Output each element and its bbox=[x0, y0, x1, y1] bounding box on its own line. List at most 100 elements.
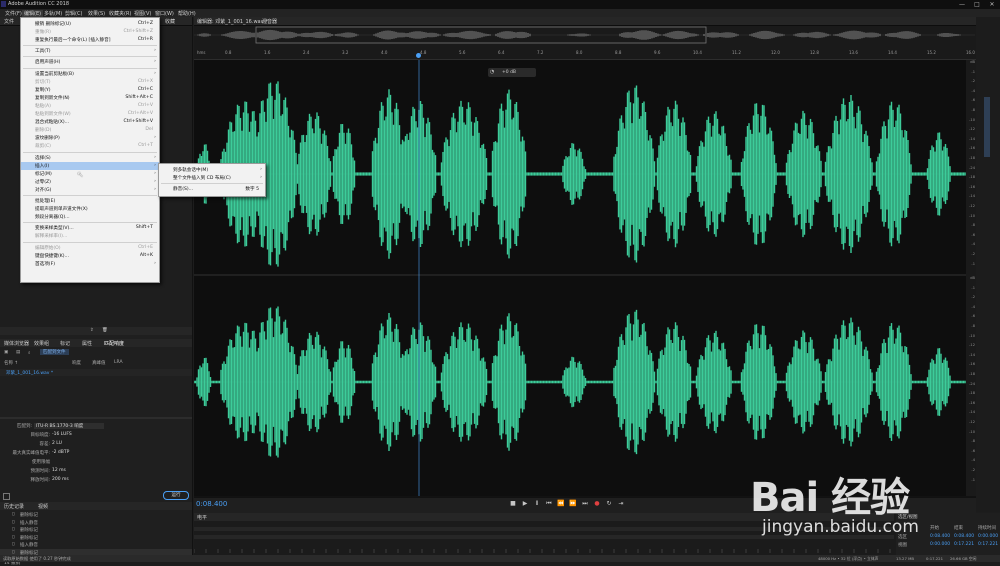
sel-dur[interactable]: 0:17.221 bbox=[978, 542, 998, 547]
zoom-handle[interactable] bbox=[984, 97, 990, 157]
rewind-button[interactable]: ⏪ bbox=[556, 500, 566, 507]
minimize-button[interactable]: — bbox=[955, 0, 969, 9]
menu-6[interactable]: 视图(V) bbox=[132, 10, 153, 17]
import-icon[interactable]: ⇪ bbox=[90, 328, 94, 333]
menu-item-26[interactable]: 提取声道到单声道文件(X) bbox=[21, 205, 159, 213]
menu-item-25[interactable]: 批处理(E) bbox=[21, 197, 159, 205]
overview-strip[interactable] bbox=[193, 26, 976, 44]
tab-lower-4[interactable]: 匹配响度 bbox=[104, 340, 124, 347]
sel-start[interactable]: 0:08.400 bbox=[930, 534, 950, 539]
maximize-button[interactable]: □ bbox=[970, 0, 984, 9]
tab-mixer[interactable]: 混音器 bbox=[262, 18, 277, 25]
forward-button[interactable]: ⏩ bbox=[568, 500, 578, 507]
menu-item-20[interactable]: 插入(I) › bbox=[21, 161, 159, 170]
settings-icon[interactable]: ▣ bbox=[4, 350, 8, 355]
column-header[interactable]: 名称 ↑ bbox=[4, 360, 18, 366]
menu-3[interactable]: 剪辑(C) bbox=[63, 10, 84, 17]
setting-value[interactable]: 2 LU bbox=[52, 441, 62, 446]
time-ruler[interactable]: hms 0.8 1.6 2.4 3.2 4.0 4.8 5.6 6.4 7.2 8.0 8.8 9.6 1… bbox=[194, 44, 976, 60]
history-item[interactable]: ▯ 删除标记 bbox=[0, 526, 192, 533]
setting-value[interactable]: ITU-R BS.1770-3 响度 bbox=[34, 423, 104, 429]
skip-button[interactable]: ⇥ bbox=[616, 500, 626, 507]
tab-favorites[interactable]: 收藏 bbox=[165, 18, 175, 25]
search-icon[interactable]: ⌕ bbox=[28, 350, 31, 356]
setting-value[interactable]: 200 ms bbox=[52, 477, 69, 482]
checkbox[interactable] bbox=[3, 493, 10, 500]
menu-7[interactable]: 窗口(W) bbox=[153, 10, 176, 17]
history-icon: ▯ bbox=[12, 519, 15, 525]
menu-item-label: 波纹删除(P) bbox=[35, 136, 60, 142]
menu-item-29[interactable]: 变换采样类型(V)... Shift+T bbox=[21, 224, 159, 232]
play-button[interactable]: ▶ bbox=[520, 500, 530, 507]
delete-icon[interactable]: 🗑 bbox=[102, 328, 108, 333]
menu-2[interactable]: 多轨(M) bbox=[42, 10, 64, 17]
tab-editor[interactable]: 编辑器: 邓紫_1_001_16.wav * bbox=[197, 18, 268, 25]
file-row[interactable]: 邓紫_1_001_16.wav * bbox=[0, 369, 192, 376]
hud[interactable]: ◔ +0 dB bbox=[488, 68, 536, 77]
menu-item-21[interactable]: 标记(M) › bbox=[21, 170, 159, 178]
waveform-canvas bbox=[193, 60, 966, 496]
tab-lower-3[interactable]: 属性 bbox=[82, 340, 92, 347]
column-header[interactable]: 真峰值 bbox=[92, 360, 106, 366]
history-item[interactable]: ▯ 插入静音 bbox=[0, 519, 192, 526]
menu-item-27[interactable]: 频段分离器(Q)... bbox=[21, 213, 159, 221]
record-button[interactable]: ● bbox=[592, 500, 602, 507]
menu-item-11[interactable]: 复制到新文件(N) Shift+Alt+C bbox=[21, 94, 159, 102]
go-start-button[interactable]: ⏮ bbox=[544, 500, 554, 508]
menu-item-2[interactable]: 重复执行最后一个命令(L) [插入静音] Ctrl+R bbox=[21, 36, 159, 44]
menu-item-shortcut: Ctrl+C bbox=[137, 86, 153, 92]
menu-5[interactable]: 收藏夹(R) bbox=[107, 10, 133, 17]
setting-value[interactable]: 12 ms bbox=[52, 468, 66, 473]
menu-item-label: 批处理(E) bbox=[35, 199, 56, 204]
menu-4[interactable]: 效果(S) bbox=[86, 10, 107, 17]
go-end-button[interactable]: ⏭ bbox=[580, 500, 590, 508]
playhead-marker[interactable] bbox=[416, 53, 421, 58]
menu-item-6[interactable]: 启用声道(H) › bbox=[21, 58, 159, 66]
setting-value[interactable]: -2 dBTP bbox=[52, 450, 69, 455]
right-scrollbar[interactable] bbox=[976, 17, 1000, 512]
tab-history[interactable]: 历史记录 bbox=[4, 503, 24, 510]
tab-files[interactable]: 文件 bbox=[4, 18, 14, 25]
selection-tab[interactable]: 选区/视图 bbox=[898, 514, 918, 520]
column-header[interactable]: 响度 bbox=[72, 360, 81, 366]
menu-item-23[interactable]: 对齐(G) › bbox=[21, 186, 159, 194]
tab-lower-1[interactable]: 效果组 bbox=[34, 340, 49, 347]
menu-8[interactable]: 帮助(H) bbox=[176, 10, 198, 17]
stop-button[interactable]: ■ bbox=[508, 500, 518, 507]
sel-end[interactable]: 0:17.221 bbox=[954, 542, 974, 547]
run-button[interactable]: 运行 bbox=[163, 491, 189, 500]
tab-video[interactable]: 视频 bbox=[38, 503, 48, 510]
history-item[interactable]: ▯ 删除标记 bbox=[0, 534, 192, 541]
close-button[interactable]: ✕ bbox=[985, 0, 999, 9]
menu-item-0[interactable]: 撤销 删除标记(U) Ctrl+Z bbox=[21, 20, 159, 28]
menu-item-8[interactable]: 设置当前剪贴板(B) › bbox=[21, 70, 159, 78]
waveform-display[interactable]: ◔ +0 dB bbox=[193, 60, 966, 496]
menu-item-19[interactable]: 选择(S) › bbox=[21, 154, 159, 162]
menu-0[interactable]: 文件(F) bbox=[3, 10, 24, 17]
tab-levels[interactable]: 电平 bbox=[197, 514, 207, 521]
history-item[interactable]: ▯ 删除标记 bbox=[0, 511, 192, 518]
menu-item-1[interactable]: 整个文件插入到 CD 布局(C) › bbox=[159, 174, 265, 182]
menu-item-33[interactable]: 键盘快捷键(K)... Alt+K bbox=[21, 252, 159, 260]
history-item[interactable]: ▯ 插入静音 bbox=[0, 541, 192, 548]
menu-item-34[interactable]: 首选项(F) › bbox=[21, 260, 159, 268]
sel-start[interactable]: 0:00.000 bbox=[930, 542, 950, 547]
menu-item-16[interactable]: 波纹删除(P) › bbox=[21, 134, 159, 142]
match-to-file-button[interactable]: 匹配到文件 bbox=[40, 349, 69, 355]
sel-dur[interactable]: 0:00.000 bbox=[978, 534, 998, 539]
setting-value[interactable]: -16 LUFS bbox=[52, 432, 72, 437]
menu-item-10[interactable]: 复制(Y) Ctrl+C bbox=[21, 86, 159, 94]
tab-lower-2[interactable]: 标记 bbox=[60, 340, 70, 347]
menu-1[interactable]: 编辑(E) bbox=[22, 10, 44, 17]
pause-button[interactable]: Ⅱ bbox=[532, 500, 542, 507]
column-header[interactable]: LRA bbox=[114, 360, 123, 365]
tab-lower-0[interactable]: 媒体浏览器 bbox=[4, 340, 29, 347]
menu-item-14[interactable]: 混合式粘贴(X)... Ctrl+Shift+V bbox=[21, 118, 159, 126]
loop-button[interactable]: ↻ bbox=[604, 500, 614, 507]
menu-item-4[interactable]: 工具(T) › bbox=[21, 47, 159, 55]
menu-item-22[interactable]: 过零(Z) › bbox=[21, 178, 159, 186]
folder-icon[interactable]: ▤ bbox=[16, 350, 20, 355]
menu-item-3[interactable]: 静音(S)... 数字 5 bbox=[159, 185, 265, 193]
sel-end[interactable]: 0:08.400 bbox=[954, 534, 974, 539]
menu-item-0[interactable]: 到多轨会话中(M) › bbox=[159, 166, 265, 174]
